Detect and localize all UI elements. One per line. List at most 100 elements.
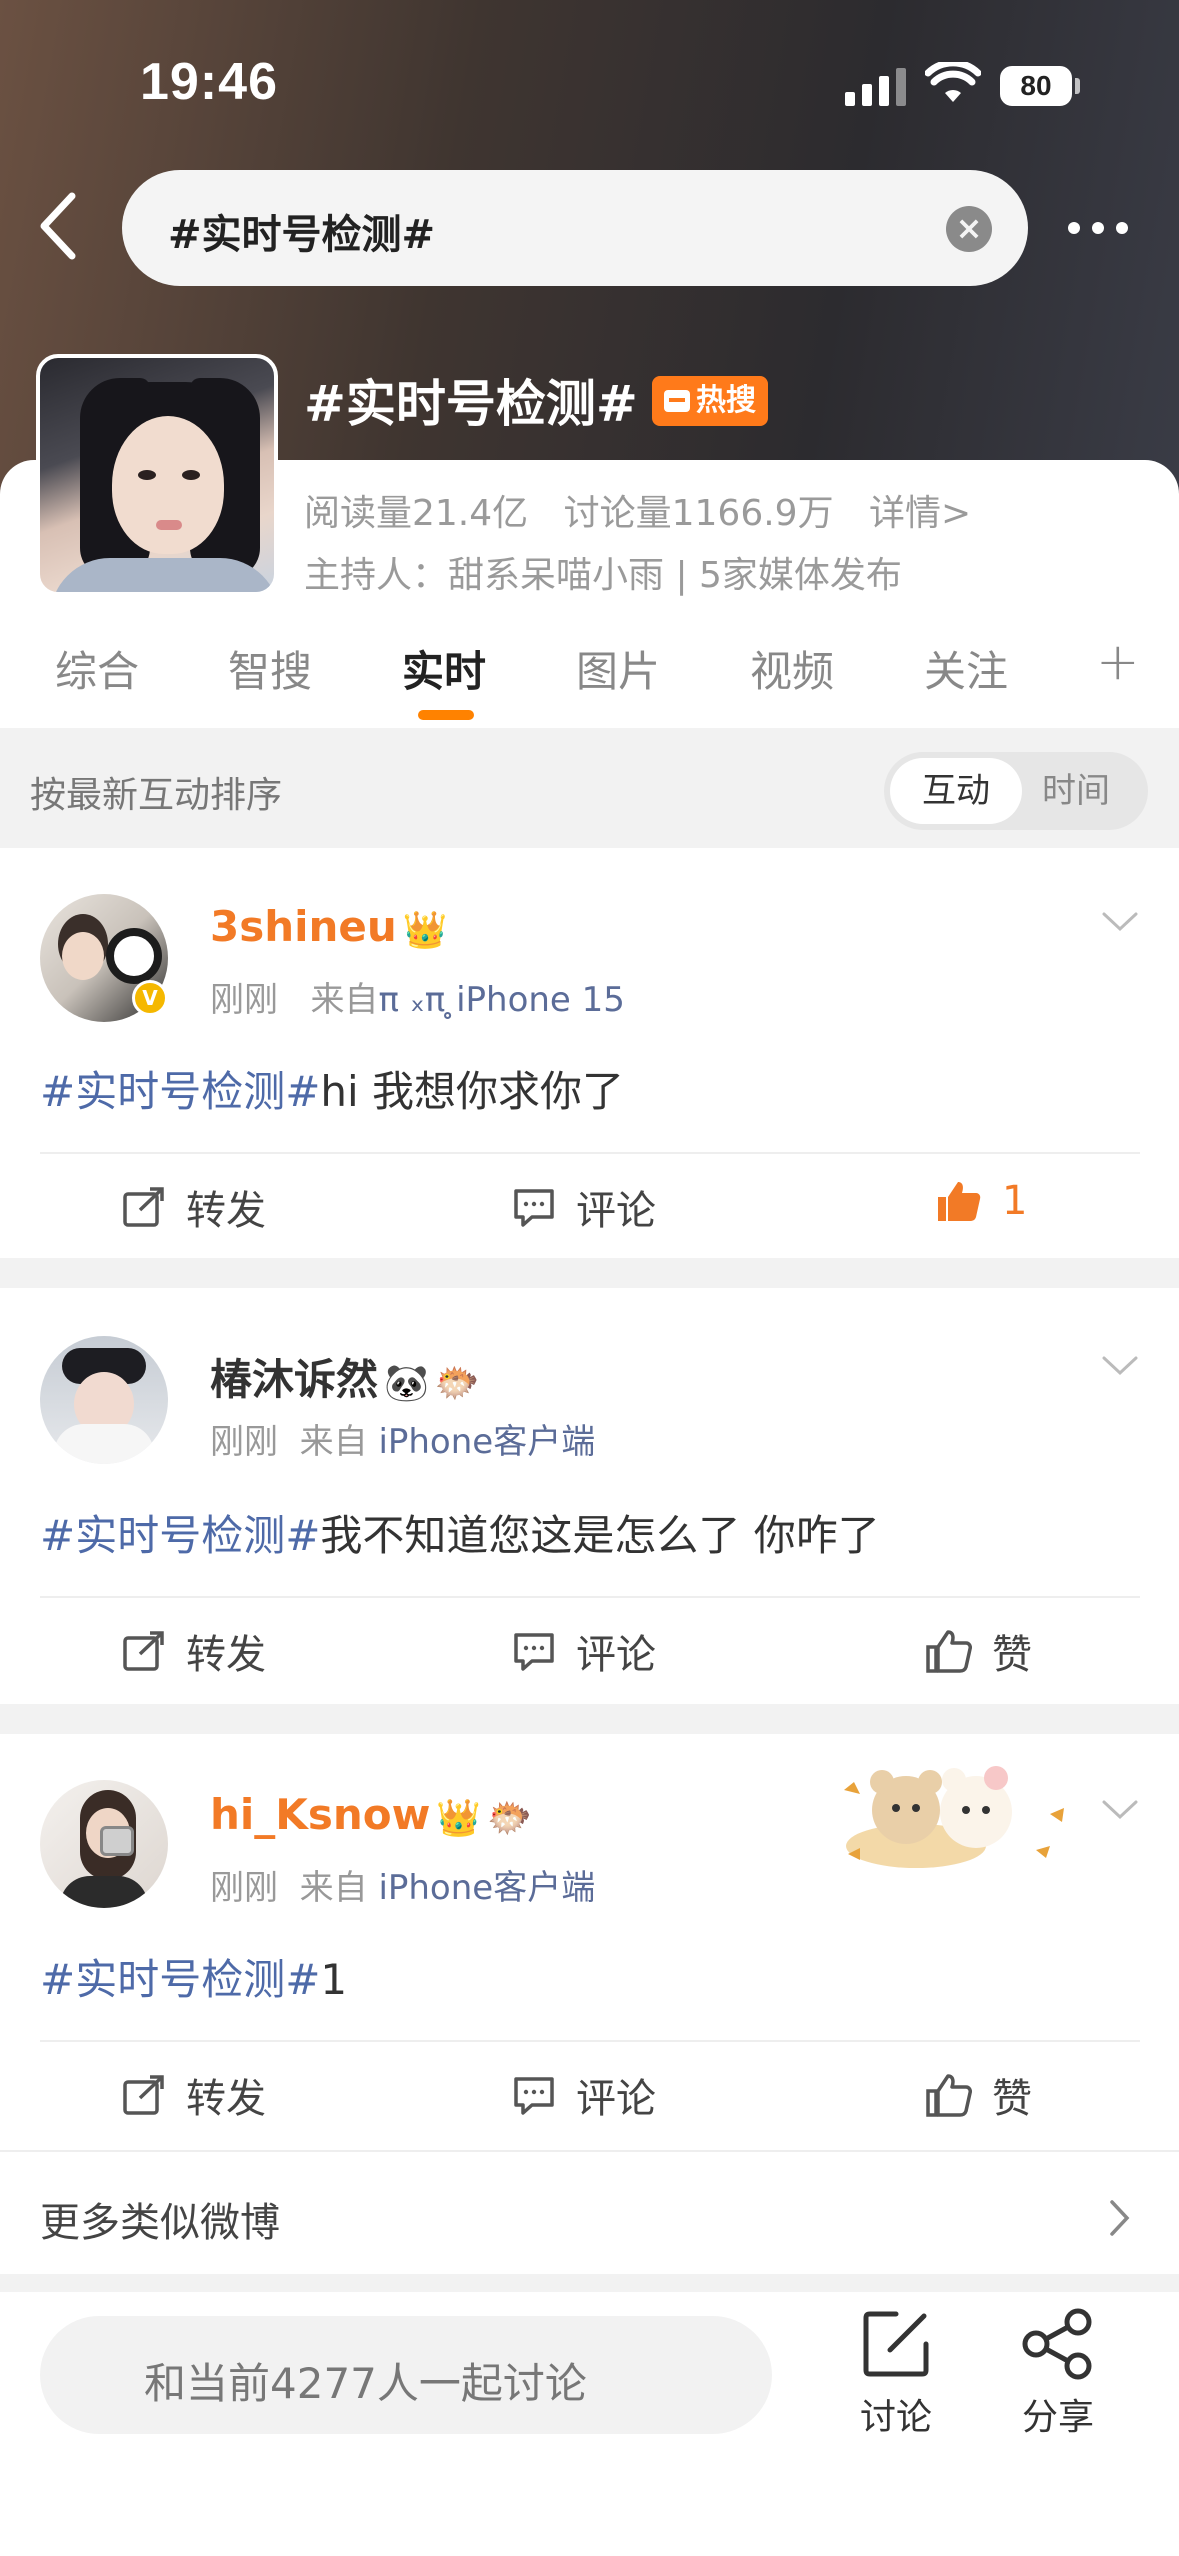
comment-label: 评论 [576, 2076, 656, 2122]
sort-bar: 按最新互动排序 互动 时间 [0, 728, 1179, 848]
username-text: hi_Ksnow [210, 1790, 431, 1839]
repost-icon [123, 1187, 164, 1227]
post-body: 我不知道您这是怎么了 你咋了 [320, 1511, 880, 1560]
tab-realtime[interactable]: 实时 [402, 638, 486, 699]
clear-search-button[interactable]: × [946, 206, 992, 252]
discuss-button[interactable]: 讨论 [836, 2308, 956, 2440]
comment-icon [514, 1189, 554, 1227]
hashtag-link[interactable]: #实时号检测# [40, 1511, 320, 1560]
comment-button[interactable]: 评论 [512, 1178, 656, 1236]
post-body: 1 [320, 1955, 348, 2004]
repost-button[interactable]: 转发 [122, 1178, 266, 1236]
pufferfish-icon: 🐡 [434, 1362, 480, 1404]
hashtag-link[interactable]: #实时号检测# [40, 1955, 320, 2004]
post-text: #实时号检测#1 [40, 1946, 347, 2007]
back-button[interactable] [30, 190, 90, 262]
pufferfish-icon: 🐡 [487, 1797, 533, 1839]
like-button[interactable]: 赞 [924, 2066, 1032, 2124]
bottom-separator [0, 2274, 1179, 2292]
repost-label: 转发 [186, 1188, 266, 1234]
read-count: 阅读量21.4亿 [304, 493, 529, 534]
divider [40, 2040, 1140, 2042]
tab-comprehensive[interactable]: 综合 [55, 638, 139, 699]
post-text: #实时号检测#hi 我想你求你了 [40, 1058, 624, 1119]
post-time: 刚刚 [210, 980, 278, 1020]
card-decoration-bears [844, 1766, 1064, 1868]
sort-option-time[interactable]: 时间 [1010, 758, 1142, 824]
post-meta: 刚刚 来自 iPhone客户端 [210, 1414, 595, 1463]
thumbs-up-icon [938, 1182, 981, 1221]
username[interactable]: 3shineu 👑 [210, 902, 448, 951]
hashtag-link[interactable]: #实时号检测# [40, 1067, 320, 1116]
panda-icon: 🐼 [384, 1362, 429, 1404]
details-link[interactable]: 详情> [869, 493, 971, 534]
post-time: 刚刚 [210, 1422, 278, 1462]
post-source: π ₓπ ̥iPhone 15 [378, 980, 625, 1020]
source-prefix: 来自 [299, 1422, 368, 1462]
chevron-down-icon[interactable] [1100, 910, 1140, 934]
repost-button[interactable]: 转发 [122, 2066, 266, 2124]
thumbs-up-icon [926, 1630, 972, 1673]
sort-option-interaction[interactable]: 互动 [890, 758, 1022, 824]
more-similar-row[interactable]: 更多类似微博 [0, 2150, 1179, 2274]
more-options-button[interactable] [1068, 222, 1128, 234]
bottom-bar: 和当前4277人一起讨论 讨论 分享 [0, 2292, 1179, 2556]
tab-following[interactable]: 关注 [924, 638, 1008, 699]
feed-separator [0, 1704, 1179, 1734]
like-button[interactable]: 1 [934, 1178, 1027, 1224]
topic-avatar [36, 354, 278, 596]
username-text: 3shineu [210, 902, 397, 951]
source-prefix: 来自 [299, 1868, 368, 1908]
username[interactable]: 椿沐诉然 🐼 🐡 [210, 1346, 480, 1407]
repost-button[interactable]: 转发 [122, 1622, 266, 1680]
more-similar-label: 更多类似微博 [40, 2200, 280, 2246]
post-source: iPhone客户端 [378, 1422, 596, 1462]
post-text: #实时号检测#我不知道您这是怎么了 你咋了 [40, 1502, 880, 1563]
like-label: 赞 [992, 2076, 1032, 2122]
chevron-down-icon[interactable] [1100, 1798, 1140, 1822]
source-prefix: 来自 [310, 980, 379, 1020]
wifi-icon [925, 62, 981, 102]
discussion-input-placeholder: 和当前4277人一起讨论 [144, 2359, 587, 2408]
repost-label: 转发 [186, 2076, 266, 2122]
post-card: V 3shineu 👑 刚刚 来自π ₓπ ̥iPhone 15 #实时号检测#h… [0, 848, 1179, 1258]
add-tab-button[interactable]: + [1096, 632, 1140, 692]
search-input[interactable]: #实时号检测# × [122, 170, 1028, 286]
tab-videos[interactable]: 视频 [750, 638, 834, 699]
discussion-input[interactable]: 和当前4277人一起讨论 [40, 2316, 772, 2434]
sort-toggle[interactable]: 互动 时间 [884, 752, 1148, 830]
battery-tip [1075, 78, 1080, 94]
share-label: 分享 [1021, 2397, 1094, 2438]
cellular-signal-icon [845, 68, 906, 106]
post-body: hi 我想你求你了 [320, 1067, 625, 1116]
topic-title: #实时号检测# [304, 375, 638, 433]
post-meta: 刚刚 来自π ₓπ ̥iPhone 15 [210, 972, 625, 1021]
hot-search-icon [664, 390, 690, 412]
divider [40, 1152, 1140, 1154]
like-button[interactable]: 赞 [924, 1622, 1032, 1680]
tab-bar: 综合 智搜 实时 图片 视频 关注 + [0, 632, 1179, 728]
share-button[interactable]: 分享 [998, 2308, 1118, 2440]
avatar[interactable] [40, 1780, 168, 1908]
post-meta: 刚刚 来自 iPhone客户端 [210, 1860, 595, 1909]
tab-images[interactable]: 图片 [576, 638, 660, 699]
tab-smart-search[interactable]: 智搜 [228, 638, 312, 699]
status-time: 19:46 [140, 53, 278, 111]
vip-crown-icon: 👑 [402, 909, 448, 951]
comment-button[interactable]: 评论 [512, 2066, 656, 2124]
comment-icon [514, 1633, 554, 1671]
vip-crown-icon: 👑 [436, 1797, 482, 1839]
comment-label: 评论 [576, 1188, 656, 1234]
post-card: 椿沐诉然 🐼 🐡 刚刚 来自 iPhone客户端 #实时号检测#我不知道您这是怎么了… [0, 1288, 1179, 1704]
battery-level: 80 [1020, 70, 1052, 101]
post-source: iPhone客户端 [378, 1868, 596, 1908]
post-time: 刚刚 [210, 1868, 278, 1908]
compose-icon [863, 2311, 929, 2377]
username[interactable]: hi_Ksnow 👑 🐡 [210, 1790, 532, 1839]
avatar[interactable] [40, 1336, 168, 1464]
comment-button[interactable]: 评论 [512, 1622, 656, 1680]
discuss-label: 讨论 [859, 2397, 932, 2438]
chevron-down-icon[interactable] [1100, 1354, 1140, 1378]
thumbs-up-icon [926, 2074, 972, 2117]
active-tab-indicator [418, 710, 474, 720]
